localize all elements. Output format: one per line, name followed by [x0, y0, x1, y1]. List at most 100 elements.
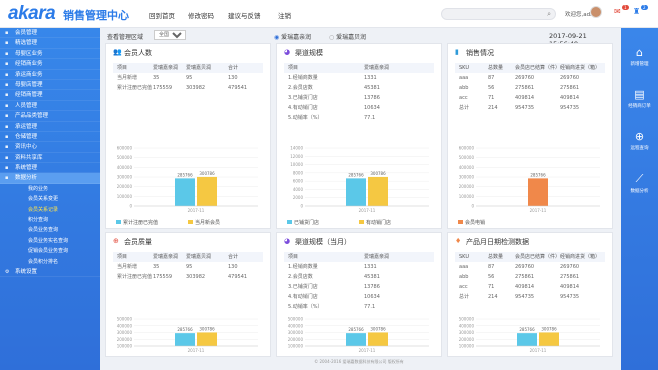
legend-item[interactable]: 已铺货门店 — [287, 219, 319, 226]
quickbar-item-1[interactable]: ▤ 经销商订单 — [621, 88, 658, 109]
sidebar-subitem-5[interactable]: 会员业务实名查询 — [0, 236, 100, 246]
legend-item[interactable]: 有动销门店 — [359, 219, 391, 226]
warehouse-icon: ▪ — [5, 133, 9, 140]
bar[interactable] — [175, 178, 195, 206]
sidebar-item-8[interactable]: ▪ 产品品类管理 — [0, 111, 100, 122]
radio-qinrun[interactable]: ◉ 爱瑞嘉亲润 — [274, 32, 311, 41]
region-select[interactable]: 全国 — [154, 30, 186, 40]
bell-badge: 2 — [641, 5, 648, 10]
y-tick-label: 500000 — [288, 317, 304, 322]
table-cell: 130 — [228, 75, 238, 81]
sidebar-subitem-3[interactable]: 积分查询 — [0, 215, 100, 225]
nav-logout[interactable]: 注销 — [278, 10, 291, 20]
x-tick-label: 2017-11 — [530, 348, 547, 353]
bar[interactable] — [346, 178, 366, 206]
sidebar-item-12[interactable]: ▪ 资料共享库 — [0, 153, 100, 164]
table-cell: 77.1 — [364, 115, 376, 121]
table-row: 累计注册已完值 175559 303982 479541 — [113, 272, 263, 282]
table-cell: 35 — [153, 75, 160, 81]
table-row: aaa 87 269760 269760 — [455, 73, 605, 83]
bar[interactable] — [175, 333, 195, 346]
table-row: acc 71 409814 409814 — [455, 93, 605, 103]
y-tick-label: 4000 — [293, 187, 304, 192]
search-input[interactable]: ⌕ — [441, 8, 556, 20]
data-label: 285766 — [177, 327, 193, 332]
sidebar-subitem-2[interactable]: 会员关系记录 — [0, 205, 100, 215]
user-icon: ▪ — [5, 30, 9, 36]
bar[interactable] — [517, 333, 537, 346]
bar[interactable] — [368, 332, 388, 346]
legend-item[interactable]: 当月新会员 — [188, 219, 220, 226]
line-chart-icon: ⟋ — [635, 172, 644, 185]
sidebar-subitem-4[interactable]: 会员业务查询 — [0, 225, 100, 235]
y-tick-label: 0 — [129, 204, 132, 209]
table-row: 总计 214 954735 954735 — [455, 292, 605, 302]
sidebar-subitem-0[interactable]: 我的业务 — [0, 184, 100, 194]
sidebar-item-6[interactable]: ▪ 经销商管理 — [0, 90, 100, 101]
legend-label: 当月新会员 — [195, 220, 221, 226]
sidebar-item-13[interactable]: ▪ 系统管理 — [0, 163, 100, 174]
bar[interactable] — [197, 332, 217, 346]
table-header: 项目 爱瑞嘉亲润 — [284, 63, 434, 73]
sidebar-item-settings[interactable]: ⚙ 系统设置 — [0, 267, 100, 278]
quickbar-item-0[interactable]: ⌂ 新增管理 — [621, 46, 658, 67]
sidebar-item-4[interactable]: ▪ 承运商业务 — [0, 70, 100, 80]
bar[interactable] — [528, 178, 548, 206]
avatar[interactable] — [590, 6, 602, 18]
column-header: 会员店已结算（件） — [515, 254, 561, 260]
table-cell: 87 — [488, 264, 495, 270]
sidebar-subitem-1[interactable]: 会员关系变更 — [0, 194, 100, 204]
legend-item[interactable]: 会员电销 — [458, 219, 485, 226]
y-tick-label: 100000 — [117, 194, 133, 199]
y-tick-label: 500000 — [459, 317, 475, 322]
legend-item[interactable]: 累计注册已完值 — [116, 219, 158, 226]
bar[interactable] — [539, 332, 559, 346]
column-header: 爱瑞嘉亲润 — [153, 254, 179, 260]
sidebar-item-0[interactable]: ▪ 会员管理 — [0, 28, 100, 39]
app-logo[interactable]: akara — [8, 3, 56, 25]
sidebar-item-3[interactable]: ▪ 经销商业务 — [0, 59, 100, 70]
column-header: 爱瑞嘉亲润 — [364, 254, 390, 260]
quickbar-label: 数据分析 — [630, 189, 649, 194]
search-icon[interactable]: ⌕ — [547, 10, 551, 19]
sidebar-subitem-6[interactable]: 促销会员业务查询 — [0, 246, 100, 256]
quickbar-item-2[interactable]: ⊕ 远程查询 — [621, 130, 658, 151]
cart-icon: ▪ — [5, 61, 9, 68]
nav-home[interactable]: 回到首页 — [149, 10, 175, 20]
panel-table: 项目 爱瑞嘉亲润 1.经销商数量 1331 2.会员店数 45381 3.已铺货门店 1378… — [284, 63, 434, 123]
x-tick-label: 2017-11 — [530, 208, 547, 213]
table-cell: 56 — [488, 85, 495, 91]
sidebar-item-7[interactable]: ▪ 人员管理 — [0, 101, 100, 112]
sidebar-item-label: 系统管理 — [15, 165, 38, 172]
sidebar-item-11[interactable]: ▪ 资讯中心 — [0, 142, 100, 153]
bell-icon[interactable]: ♜ — [633, 7, 640, 16]
legend-swatch — [188, 220, 193, 224]
sidebar-item-14[interactable]: ▪ 数据分析 — [0, 173, 100, 184]
bar[interactable] — [197, 176, 217, 206]
table-cell: 275861 — [515, 274, 535, 280]
table-cell: 45381 — [364, 274, 380, 280]
radio-beirun[interactable]: ○ 爱瑞嘉贝润 — [329, 32, 366, 41]
mail-icon[interactable]: ✉ — [614, 7, 621, 16]
quickbar-item-3[interactable]: ⟋ 数据分析 — [621, 172, 658, 194]
bar-chart: 500000400000 300000 200000 100000 285766 3007… — [117, 317, 258, 353]
table-cell: acc — [459, 284, 468, 290]
nav-change-password[interactable]: 修改密码 — [188, 10, 214, 20]
y-tick-label: 500000 — [117, 155, 133, 160]
data-label: 285766 — [177, 172, 193, 177]
cart-icon: ▪ — [5, 71, 9, 78]
sidebar-subitem-7[interactable]: 会员积分排名 — [0, 257, 100, 267]
sidebar-item-1[interactable]: ▪ 精选管理 — [0, 38, 100, 49]
nav-feedback[interactable]: 建议与反馈 — [228, 10, 261, 20]
table-cell: 3.已铺货门店 — [288, 284, 318, 290]
sidebar-item-10[interactable]: ▪ 仓储管理 — [0, 132, 100, 143]
sidebar-item-2[interactable]: ▪ 母婴区业务 — [0, 49, 100, 60]
table-cell: 56 — [488, 274, 495, 280]
panel-table: SKU 总数量 会员店已结算（件） 经销商进货（箱） aaa 87 269760 269760… — [455, 63, 605, 113]
y-tick-label: 500000 — [117, 317, 133, 322]
table-row: 1.经销商数量 1331 — [284, 262, 434, 272]
bar[interactable] — [368, 176, 388, 206]
sidebar-item-9[interactable]: ▪ 承运管理 — [0, 122, 100, 132]
sidebar-item-5[interactable]: ▪ 母婴店管理 — [0, 80, 100, 91]
bar[interactable] — [346, 333, 366, 346]
